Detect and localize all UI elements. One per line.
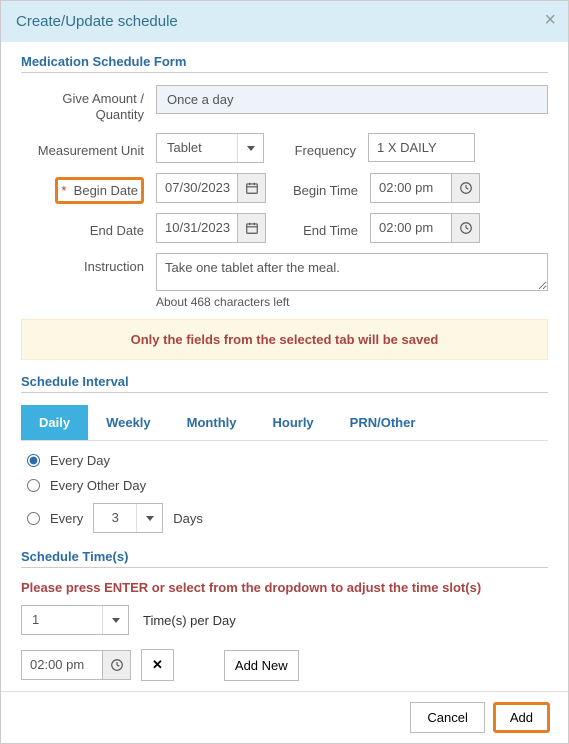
begin-date-value: 07/30/2023 bbox=[157, 174, 237, 202]
times-per-day-label: Time(s) per Day bbox=[143, 613, 236, 628]
calendar-icon[interactable] bbox=[237, 174, 265, 202]
label-begin-time: Begin Time bbox=[284, 177, 370, 199]
row-unit-freq: Measurement Unit Tablet Frequency bbox=[21, 133, 548, 163]
radio-every-day-label: Every Day bbox=[50, 453, 110, 468]
caret-down-icon bbox=[237, 134, 263, 162]
label-end-time: End Time bbox=[284, 217, 370, 239]
end-time-value: 02:00 pm bbox=[371, 214, 451, 242]
begin-time-input[interactable]: 02:00 pm bbox=[370, 173, 480, 203]
modal-body: Medication Schedule Form Give Amount / Q… bbox=[1, 42, 568, 691]
char-left-text: About 468 characters left bbox=[156, 295, 289, 309]
label-frequency: Frequency bbox=[282, 137, 368, 159]
every-n-select[interactable]: 3 bbox=[93, 503, 163, 533]
label-instruction: Instruction bbox=[21, 253, 156, 275]
tab-weekly[interactable]: Weekly bbox=[88, 405, 169, 440]
slot-time-input[interactable]: 02:00 pm bbox=[21, 650, 131, 680]
modal-header: Create/Update schedule × bbox=[1, 1, 568, 42]
row-instruction: Instruction About 468 characters left bbox=[21, 253, 548, 309]
end-date-value: 10/31/2023 bbox=[157, 214, 237, 242]
modal-create-update-schedule: Create/Update schedule × Medication Sche… bbox=[0, 0, 569, 744]
tab-hourly[interactable]: Hourly bbox=[254, 405, 331, 440]
row-give-amount: Give Amount / Quantity bbox=[21, 85, 548, 123]
calendar-icon[interactable] bbox=[237, 214, 265, 242]
modal-title: Create/Update schedule bbox=[16, 13, 178, 30]
tab-prn-other[interactable]: PRN/Other bbox=[332, 405, 434, 440]
cancel-button[interactable]: Cancel bbox=[410, 702, 484, 733]
divider bbox=[21, 72, 548, 73]
measurement-unit-value: Tablet bbox=[157, 134, 237, 162]
radio-every-other-day[interactable]: Every Other Day bbox=[27, 478, 548, 493]
every-n-value: 3 bbox=[94, 504, 136, 532]
times-per-day-value: 1 bbox=[22, 606, 102, 634]
times-per-day-row: 1 Time(s) per Day bbox=[21, 605, 548, 635]
close-icon[interactable]: × bbox=[544, 9, 556, 32]
radio-every-other-label: Every Other Day bbox=[50, 478, 146, 493]
caret-down-icon bbox=[102, 606, 128, 634]
tab-daily[interactable]: Daily bbox=[21, 405, 88, 440]
section-title-form: Medication Schedule Form bbox=[21, 54, 548, 69]
section-title-times: Schedule Time(s) bbox=[21, 549, 548, 564]
radio-every-day[interactable]: Every Day bbox=[27, 453, 548, 468]
clock-icon[interactable] bbox=[102, 651, 130, 679]
clock-icon[interactable] bbox=[451, 174, 479, 202]
label-end-date: End Date bbox=[21, 217, 156, 239]
add-button[interactable]: Add bbox=[493, 702, 550, 733]
days-suffix: Days bbox=[173, 511, 203, 526]
caret-down-icon bbox=[136, 504, 162, 532]
tab-bar: Daily Weekly Monthly Hourly PRN/Other bbox=[21, 405, 548, 441]
instruction-textarea[interactable] bbox=[156, 253, 548, 291]
times-per-day-select[interactable]: 1 bbox=[21, 605, 129, 635]
begin-date-input[interactable]: 07/30/2023 bbox=[156, 173, 266, 203]
section-title-interval: Schedule Interval bbox=[21, 374, 548, 389]
warning-banner: Only the fields from the selected tab wi… bbox=[21, 319, 548, 360]
frequency-input[interactable] bbox=[368, 133, 475, 162]
begin-time-value: 02:00 pm bbox=[371, 174, 451, 202]
modal-footer: Cancel Add bbox=[1, 691, 568, 743]
label-begin-date: * Begin Date bbox=[21, 177, 156, 199]
radio-every-n[interactable]: Every 3 Days bbox=[27, 503, 548, 533]
clock-icon[interactable] bbox=[451, 214, 479, 242]
end-time-input[interactable]: 02:00 pm bbox=[370, 213, 480, 243]
add-new-button[interactable]: Add New bbox=[224, 650, 299, 681]
row-begin: * Begin Date 07/30/2023 Begin Time 02:00… bbox=[21, 173, 548, 203]
give-amount-input[interactable] bbox=[156, 85, 548, 114]
divider bbox=[21, 567, 548, 568]
measurement-unit-select[interactable]: Tablet bbox=[156, 133, 264, 163]
enter-hint: Please press ENTER or select from the dr… bbox=[21, 580, 548, 595]
remove-slot-button[interactable]: ✕ bbox=[141, 649, 174, 681]
divider bbox=[21, 392, 548, 393]
slot-time-value: 02:00 pm bbox=[22, 651, 102, 679]
end-date-input[interactable]: 10/31/2023 bbox=[156, 213, 266, 243]
label-measurement-unit: Measurement Unit bbox=[21, 137, 156, 159]
tab-monthly[interactable]: Monthly bbox=[169, 405, 255, 440]
radio-every-n-input[interactable] bbox=[27, 512, 40, 525]
label-give-amount: Give Amount / Quantity bbox=[21, 85, 156, 123]
close-icon: ✕ bbox=[152, 657, 163, 672]
radio-every-other-input[interactable] bbox=[27, 479, 40, 492]
radio-every-day-input[interactable] bbox=[27, 454, 40, 467]
time-slot-row: 02:00 pm ✕ Add New bbox=[21, 649, 548, 681]
row-end: End Date 10/31/2023 End Time 02:00 pm bbox=[21, 213, 548, 243]
radio-every-label: Every bbox=[50, 511, 83, 526]
